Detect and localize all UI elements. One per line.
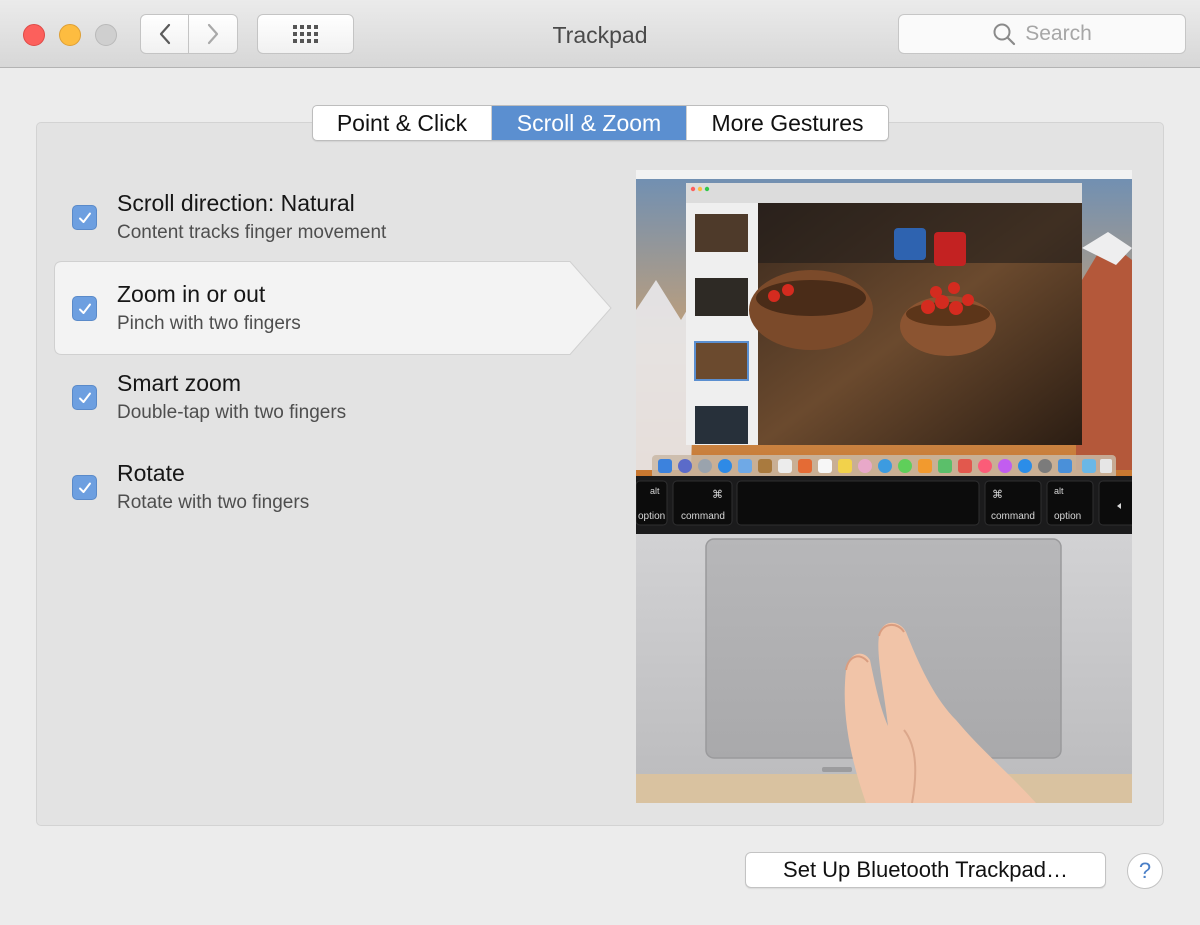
forward-button[interactable] (189, 14, 238, 54)
option-subtitle: Pinch with two fingers (117, 313, 301, 334)
chevron-right-icon (207, 23, 219, 45)
key-left-command-label: command (681, 511, 725, 522)
scroll-direction-checkbox[interactable] (72, 205, 97, 230)
chevron-left-icon (159, 23, 170, 45)
option-title: Zoom in or out (117, 281, 266, 307)
key-right-option-bottom: option (1054, 511, 1081, 522)
option-subtitle: Rotate with two fingers (117, 492, 310, 513)
window-title: Trackpad (552, 22, 648, 48)
selected-row-highlight (54, 261, 612, 355)
title-bar: Trackpad Search (0, 0, 1200, 68)
show-all-button[interactable] (257, 14, 354, 54)
option-smart-zoom[interactable]: Smart zoom Double-tap with two fingers (54, 350, 614, 444)
back-button[interactable] (140, 14, 189, 54)
search-placeholder: Search (1025, 22, 1092, 45)
magnifier-icon (993, 23, 1016, 46)
option-title: Smart zoom (117, 370, 241, 396)
key-right-option-top: alt (1054, 486, 1064, 496)
option-rotate[interactable]: Rotate Rotate with two fingers (54, 440, 614, 534)
option-zoom-in-out[interactable]: Zoom in or out Pinch with two fingers (54, 261, 614, 355)
option-subtitle: Content tracks finger movement (117, 222, 387, 243)
smart-zoom-checkbox[interactable] (72, 385, 97, 410)
rotate-checkbox[interactable] (72, 475, 97, 500)
zoom-checkbox[interactable] (72, 296, 97, 321)
tab-bar: Point & Click Scroll & Zoom More Gesture… (312, 105, 889, 141)
key-left-option-bottom: option (638, 511, 665, 522)
close-window-button[interactable] (23, 24, 45, 46)
show-all-grid-icon (292, 25, 318, 43)
search-field[interactable]: Search (898, 14, 1186, 54)
option-title: Rotate (117, 460, 185, 486)
option-scroll-direction[interactable]: Scroll direction: Natural Content tracks… (54, 170, 614, 264)
key-left-command-symbol: ⌘ (712, 488, 723, 501)
gesture-preview-video: alt option ⌘ command ⌘ command alt optio… (636, 170, 1132, 803)
zoom-window-button[interactable] (95, 24, 117, 46)
key-right-command-label: command (991, 511, 1035, 522)
option-title: Scroll direction: Natural (117, 190, 355, 216)
tab-more-gestures[interactable]: More Gestures (687, 106, 888, 140)
option-subtitle: Double-tap with two fingers (117, 402, 347, 423)
help-button[interactable]: ? (1127, 853, 1163, 889)
key-right-command-symbol: ⌘ (992, 488, 1003, 501)
minimize-window-button[interactable] (59, 24, 81, 46)
tab-point-click[interactable]: Point & Click (313, 106, 492, 140)
checkmark-icon (78, 303, 91, 314)
checkmark-icon (78, 482, 91, 493)
checkmark-icon (78, 212, 91, 223)
checkmark-icon (78, 392, 91, 403)
tab-scroll-zoom[interactable]: Scroll & Zoom (492, 106, 687, 140)
key-left-option-top: alt (650, 486, 660, 496)
set-up-bluetooth-trackpad-button[interactable]: Set Up Bluetooth Trackpad… (745, 852, 1106, 888)
